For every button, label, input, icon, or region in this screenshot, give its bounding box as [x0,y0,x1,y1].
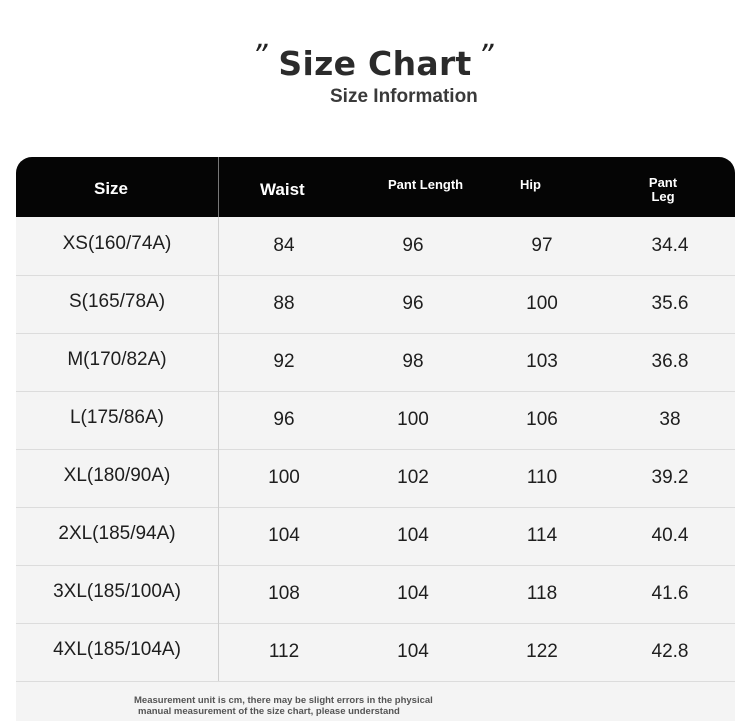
footnote-line2: manual measurement of the size chart, pl… [138,706,400,717]
title-area: ” Size Chart ” [0,38,750,88]
cell-hip: 100 [526,293,558,314]
cell-pant-leg: 35.6 [651,293,689,314]
header-divider [218,157,219,217]
cell-waist: 92 [273,351,295,372]
cell-pant-length: 98 [402,351,424,372]
cell-pant-length: 96 [402,235,424,256]
cell-pant-leg: 39.2 [651,467,689,488]
pant-leg-line1: Pant [648,175,678,190]
cell-waist: 100 [268,467,300,488]
table-row: M(170/82A) 92 98 103 36.8 [16,333,735,392]
table-row: 2XL(185/94A) 104 104 114 40.4 [16,507,735,566]
cell-pant-length: 96 [402,293,424,314]
table-row: L(175/86A) 96 100 106 38 [16,391,735,450]
size-table: Size Waist Pant Length Hip Pant Leg XS(16… [16,157,735,721]
page-subtitle: Size Information [330,86,478,107]
cell-pant-leg: 40.4 [651,525,689,546]
cell-pant-length: 102 [397,467,429,488]
column-header-pant-leg: Pant Leg [646,176,680,204]
column-header-size: Size [94,179,129,198]
table-row: S(165/78A) 88 96 100 35.6 [16,275,735,334]
cell-pant-leg: 34.4 [651,235,689,256]
cell-hip: 118 [526,583,558,604]
cell-pant-leg: 42.8 [651,641,689,662]
cell-waist: 108 [268,583,300,604]
table-row: 3XL(185/100A) 108 104 118 41.6 [16,565,735,624]
cell-waist: 84 [273,235,295,256]
cell-waist: 112 [268,641,300,662]
cell-size: XS(160/74A) [62,233,172,254]
column-divider [218,217,219,681]
cell-hip: 97 [531,235,553,256]
cell-waist: 88 [273,293,295,314]
column-header-pant-length: Pant Length [388,177,464,192]
cell-pant-length: 100 [397,409,429,430]
cell-hip: 122 [526,641,558,662]
cell-pant-leg: 36.8 [651,351,689,372]
cell-waist: 104 [268,525,300,546]
cell-waist: 96 [273,409,295,430]
cell-size: 3XL(185/100A) [53,581,181,602]
cell-hip: 114 [526,525,558,546]
cell-size: M(170/82A) [67,349,167,370]
cell-size: XL(180/90A) [63,465,171,486]
page-title: Size Chart [278,44,472,83]
cell-pant-leg: 38 [659,409,681,430]
column-header-waist: Waist [260,180,305,199]
cell-size: 2XL(185/94A) [58,523,176,544]
footnote: Measurement unit is cm, there may be sli… [134,695,433,717]
pant-leg-line2: Leg [651,189,675,204]
cell-size: L(175/86A) [69,407,164,428]
cell-pant-leg: 41.6 [651,583,689,604]
cell-hip: 106 [526,409,558,430]
table-row: 4XL(185/104A) 112 104 122 42.8 [16,623,735,682]
table-row: XS(160/74A) 84 96 97 34.4 [16,217,735,276]
close-quote: ” [478,39,494,74]
cell-pant-length: 104 [397,583,429,604]
cell-hip: 110 [526,467,558,488]
cell-size: 4XL(185/104A) [53,639,181,660]
column-header-hip: Hip [520,177,541,192]
cell-size: S(165/78A) [68,291,166,312]
table-row: XL(180/90A) 100 102 110 39.2 [16,449,735,508]
footnote-line1: Measurement unit is cm, there may be sli… [134,695,433,706]
cell-hip: 103 [526,351,558,372]
cell-pant-length: 104 [397,525,429,546]
cell-pant-length: 104 [397,641,429,662]
table-header: Size Waist Pant Length Hip Pant Leg [16,157,735,217]
